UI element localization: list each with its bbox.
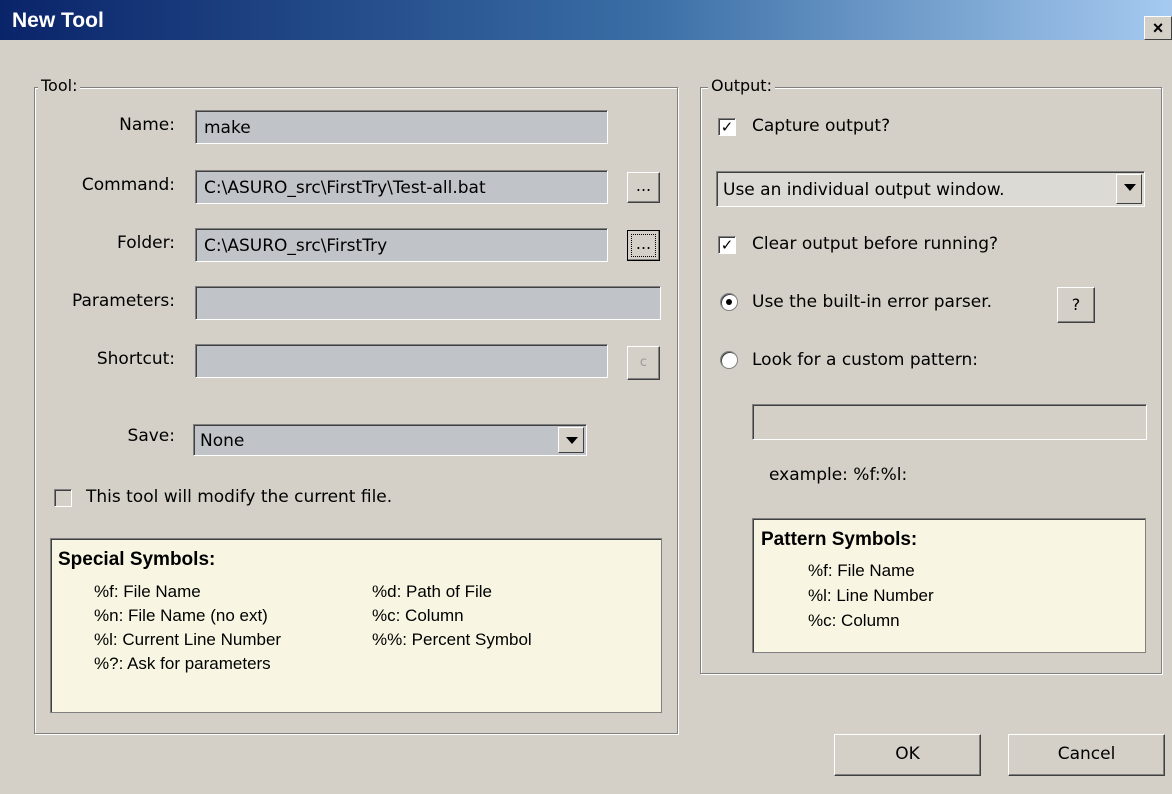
custom-pattern-label: Look for a custom pattern:	[752, 350, 979, 370]
chevron-down-icon[interactable]	[1116, 174, 1142, 204]
pattern-symbol-item: %l: Line Number	[808, 586, 934, 605]
symbol-item: %?: Ask for parameters	[94, 654, 271, 673]
save-select-value: None	[200, 431, 245, 451]
parameters-input[interactable]	[195, 286, 661, 320]
symbol-item: %c: Column	[372, 606, 464, 625]
parameters-label: Parameters:	[71, 291, 175, 311]
pattern-example: example: %f:%l:	[769, 465, 908, 485]
radio-dot	[726, 299, 732, 305]
tool-group-legend: Tool:	[38, 76, 81, 95]
symbol-item: %d: Path of File	[372, 582, 493, 601]
symbol-item: %f: File Name	[94, 582, 201, 601]
clear-output-checkbox[interactable]: ✓	[718, 236, 736, 254]
chevron-down-icon[interactable]	[558, 427, 584, 453]
special-symbols-heading: Special Symbols:	[58, 549, 216, 570]
custom-pattern-radio[interactable]	[720, 351, 738, 369]
ok-button[interactable]: OK	[834, 734, 981, 776]
output-group-legend: Output:	[708, 76, 775, 95]
builtin-parser-radio[interactable]	[720, 293, 738, 311]
command-input[interactable]: C:\ASURO_src\FirstTry\Test-all.bat	[195, 170, 608, 204]
modify-file-label: This tool will modify the current file.	[86, 487, 393, 507]
output-window-value: Use an individual output window.	[723, 180, 1005, 200]
shortcut-input[interactable]	[195, 344, 608, 378]
cancel-button[interactable]: Cancel	[1008, 734, 1165, 776]
new-tool-dialog: New Tool × Tool: Name: make Command: C:\…	[0, 0, 1172, 794]
symbol-item: %l: Current Line Number	[94, 630, 282, 649]
modify-file-checkbox[interactable]	[54, 489, 72, 507]
output-window-select[interactable]: Use an individual output window.	[716, 171, 1145, 207]
pattern-symbols-heading: Pattern Symbols:	[761, 529, 918, 550]
capture-output-checkbox[interactable]: ✓	[718, 118, 736, 136]
pattern-symbol-item: %f: File Name	[808, 561, 915, 580]
name-input[interactable]: make	[195, 110, 608, 144]
dialog-title: New Tool	[12, 9, 104, 32]
symbol-item: %n: File Name (no ext)	[94, 606, 268, 625]
builtin-parser-label: Use the built-in error parser.	[752, 292, 993, 312]
folder-input[interactable]: C:\ASURO_src\FirstTry	[195, 228, 608, 262]
parser-help-button[interactable]: ?	[1057, 287, 1095, 323]
shortcut-label: Shortcut:	[96, 349, 175, 369]
clear-output-label: Clear output before running?	[752, 234, 999, 254]
close-button[interactable]: ×	[1144, 16, 1172, 40]
special-symbols-panel: Special Symbols: %f: File Name %n: File …	[50, 538, 662, 713]
command-label: Command:	[81, 175, 175, 195]
command-browse-button[interactable]: ...	[627, 172, 660, 203]
pattern-symbols-panel: Pattern Symbols: %f: File Name %l: Line …	[752, 518, 1146, 653]
custom-pattern-input[interactable]	[752, 404, 1147, 440]
folder-label: Folder:	[117, 233, 175, 253]
symbol-item: %%: Percent Symbol	[372, 630, 532, 649]
title-bar[interactable]: New Tool ×	[0, 0, 1172, 40]
name-label: Name:	[119, 115, 175, 135]
capture-output-label: Capture output?	[752, 116, 891, 136]
save-label: Save:	[127, 426, 175, 446]
pattern-symbol-item: %c: Column	[808, 611, 900, 630]
shortcut-clear-button[interactable]: c	[627, 346, 660, 380]
folder-browse-button[interactable]: ...	[627, 230, 660, 261]
save-select[interactable]: None	[193, 424, 587, 456]
